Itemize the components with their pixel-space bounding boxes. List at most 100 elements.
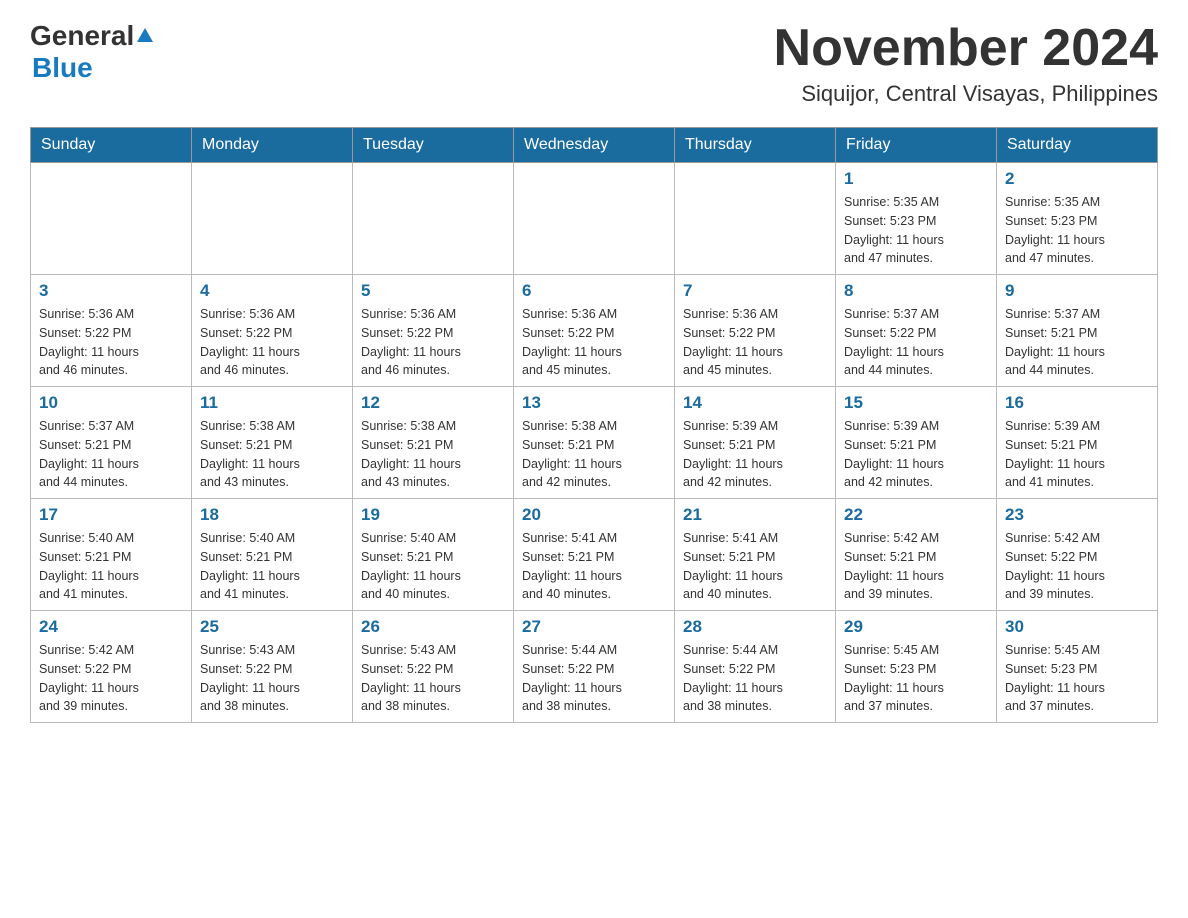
day-number: 9 xyxy=(1005,281,1149,301)
calendar-cell: 20 Sunrise: 5:41 AMSunset: 5:21 PMDayligh… xyxy=(514,499,675,611)
day-number: 2 xyxy=(1005,169,1149,189)
day-number: 11 xyxy=(200,393,344,413)
calendar-cell: 5 Sunrise: 5:36 AMSunset: 5:22 PMDaylight… xyxy=(353,275,514,387)
calendar-cell: 29Sunrise: 5:45 AMSunset: 5:23 PMDayligh… xyxy=(836,611,997,723)
day-number: 18 xyxy=(200,505,344,525)
day-info: Sunrise: 5:39 AMSunset: 5:21 PMDaylight:… xyxy=(1005,417,1149,492)
calendar-cell xyxy=(353,163,514,275)
calendar-cell: 23 Sunrise: 5:42 AMSunset: 5:22 PMDayligh… xyxy=(997,499,1158,611)
day-info: Sunrise: 5:44 AMSunset: 5:22 PMDaylight:… xyxy=(522,641,666,716)
day-info: Sunrise: 5:36 AMSunset: 5:22 PMDaylight:… xyxy=(39,305,183,380)
calendar-cell: 21Sunrise: 5:41 AMSunset: 5:21 PMDayligh… xyxy=(675,499,836,611)
calendar-cell: 11 Sunrise: 5:38 AMSunset: 5:21 PMDayligh… xyxy=(192,387,353,499)
calendar-cell xyxy=(675,163,836,275)
calendar-table: SundayMondayTuesdayWednesdayThursdayFrid… xyxy=(30,127,1158,723)
calendar-cell xyxy=(192,163,353,275)
calendar-cell: 9 Sunrise: 5:37 AMSunset: 5:21 PMDaylight… xyxy=(997,275,1158,387)
calendar-cell xyxy=(514,163,675,275)
calendar-cell: 17 Sunrise: 5:40 AMSunset: 5:21 PMDayligh… xyxy=(31,499,192,611)
day-number: 8 xyxy=(844,281,988,301)
day-info: Sunrise: 5:37 AMSunset: 5:21 PMDaylight:… xyxy=(39,417,183,492)
column-header-monday: Monday xyxy=(192,128,353,163)
day-number: 25 xyxy=(200,617,344,637)
day-number: 19 xyxy=(361,505,505,525)
day-number: 12 xyxy=(361,393,505,413)
calendar-cell: 27 Sunrise: 5:44 AMSunset: 5:22 PMDayligh… xyxy=(514,611,675,723)
day-number: 6 xyxy=(522,281,666,301)
calendar-cell: 8 Sunrise: 5:37 AMSunset: 5:22 PMDaylight… xyxy=(836,275,997,387)
calendar-cell: 1 Sunrise: 5:35 AMSunset: 5:23 PMDaylight… xyxy=(836,163,997,275)
day-info: Sunrise: 5:39 AMSunset: 5:21 PMDaylight:… xyxy=(683,417,827,492)
day-info: Sunrise: 5:42 AMSunset: 5:22 PMDaylight:… xyxy=(1005,529,1149,604)
month-title: November 2024 xyxy=(774,20,1158,77)
week-row-3: 10 Sunrise: 5:37 AMSunset: 5:21 PMDayligh… xyxy=(31,387,1158,499)
day-info: Sunrise: 5:36 AMSunset: 5:22 PMDaylight:… xyxy=(200,305,344,380)
calendar-cell: 22Sunrise: 5:42 AMSunset: 5:21 PMDayligh… xyxy=(836,499,997,611)
logo-general: General xyxy=(30,20,134,52)
day-number: 7 xyxy=(683,281,827,301)
day-number: 13 xyxy=(522,393,666,413)
day-info: Sunrise: 5:43 AMSunset: 5:22 PMDaylight:… xyxy=(361,641,505,716)
logo-triangle-icon xyxy=(137,28,153,42)
day-number: 5 xyxy=(361,281,505,301)
calendar-cell: 2 Sunrise: 5:35 AMSunset: 5:23 PMDaylight… xyxy=(997,163,1158,275)
calendar-cell: 26 Sunrise: 5:43 AMSunset: 5:22 PMDayligh… xyxy=(353,611,514,723)
day-number: 24 xyxy=(39,617,183,637)
day-info: Sunrise: 5:38 AMSunset: 5:21 PMDaylight:… xyxy=(361,417,505,492)
column-header-tuesday: Tuesday xyxy=(353,128,514,163)
calendar-cell: 4 Sunrise: 5:36 AMSunset: 5:22 PMDaylight… xyxy=(192,275,353,387)
day-number: 27 xyxy=(522,617,666,637)
day-number: 20 xyxy=(522,505,666,525)
column-header-friday: Friday xyxy=(836,128,997,163)
day-number: 23 xyxy=(1005,505,1149,525)
calendar-cell: 14 Sunrise: 5:39 AMSunset: 5:21 PMDayligh… xyxy=(675,387,836,499)
day-info: Sunrise: 5:40 AMSunset: 5:21 PMDaylight:… xyxy=(39,529,183,604)
day-info: Sunrise: 5:35 AMSunset: 5:23 PMDaylight:… xyxy=(844,193,988,268)
column-header-saturday: Saturday xyxy=(997,128,1158,163)
day-info: Sunrise: 5:38 AMSunset: 5:21 PMDaylight:… xyxy=(200,417,344,492)
calendar-cell: 3 Sunrise: 5:36 AMSunset: 5:22 PMDaylight… xyxy=(31,275,192,387)
day-number: 22 xyxy=(844,505,988,525)
calendar-cell: 13 Sunrise: 5:38 AMSunset: 5:21 PMDayligh… xyxy=(514,387,675,499)
day-number: 4 xyxy=(200,281,344,301)
calendar-cell: 24 Sunrise: 5:42 AMSunset: 5:22 PMDayligh… xyxy=(31,611,192,723)
day-number: 21 xyxy=(683,505,827,525)
week-row-2: 3 Sunrise: 5:36 AMSunset: 5:22 PMDaylight… xyxy=(31,275,1158,387)
day-info: Sunrise: 5:37 AMSunset: 5:22 PMDaylight:… xyxy=(844,305,988,380)
day-number: 3 xyxy=(39,281,183,301)
location-subtitle: Siquijor, Central Visayas, Philippines xyxy=(774,81,1158,107)
day-info: Sunrise: 5:35 AMSunset: 5:23 PMDaylight:… xyxy=(1005,193,1149,268)
day-info: Sunrise: 5:44 AMSunset: 5:22 PMDaylight:… xyxy=(683,641,827,716)
day-number: 1 xyxy=(844,169,988,189)
calendar-cell: 30Sunrise: 5:45 AMSunset: 5:23 PMDayligh… xyxy=(997,611,1158,723)
calendar-cell: 28 Sunrise: 5:44 AMSunset: 5:22 PMDayligh… xyxy=(675,611,836,723)
calendar-cell xyxy=(31,163,192,275)
day-info: Sunrise: 5:42 AMSunset: 5:22 PMDaylight:… xyxy=(39,641,183,716)
day-info: Sunrise: 5:37 AMSunset: 5:21 PMDaylight:… xyxy=(1005,305,1149,380)
calendar-cell: 7 Sunrise: 5:36 AMSunset: 5:22 PMDaylight… xyxy=(675,275,836,387)
day-info: Sunrise: 5:40 AMSunset: 5:21 PMDaylight:… xyxy=(361,529,505,604)
calendar-cell: 25 Sunrise: 5:43 AMSunset: 5:22 PMDayligh… xyxy=(192,611,353,723)
day-number: 17 xyxy=(39,505,183,525)
calendar-cell: 19 Sunrise: 5:40 AMSunset: 5:21 PMDayligh… xyxy=(353,499,514,611)
day-info: Sunrise: 5:36 AMSunset: 5:22 PMDaylight:… xyxy=(683,305,827,380)
day-info: Sunrise: 5:36 AMSunset: 5:22 PMDaylight:… xyxy=(522,305,666,380)
day-number: 28 xyxy=(683,617,827,637)
day-number: 14 xyxy=(683,393,827,413)
column-header-sunday: Sunday xyxy=(31,128,192,163)
calendar-cell: 6 Sunrise: 5:36 AMSunset: 5:22 PMDaylight… xyxy=(514,275,675,387)
day-number: 26 xyxy=(361,617,505,637)
day-info: Sunrise: 5:41 AMSunset: 5:21 PMDaylight:… xyxy=(522,529,666,604)
day-number: 16 xyxy=(1005,393,1149,413)
day-number: 15 xyxy=(844,393,988,413)
day-info: Sunrise: 5:38 AMSunset: 5:21 PMDaylight:… xyxy=(522,417,666,492)
day-number: 10 xyxy=(39,393,183,413)
day-info: Sunrise: 5:36 AMSunset: 5:22 PMDaylight:… xyxy=(361,305,505,380)
logo: General Blue xyxy=(30,20,153,84)
day-info: Sunrise: 5:45 AMSunset: 5:23 PMDaylight:… xyxy=(1005,641,1149,716)
day-info: Sunrise: 5:40 AMSunset: 5:21 PMDaylight:… xyxy=(200,529,344,604)
day-info: Sunrise: 5:43 AMSunset: 5:22 PMDaylight:… xyxy=(200,641,344,716)
column-header-thursday: Thursday xyxy=(675,128,836,163)
week-row-4: 17 Sunrise: 5:40 AMSunset: 5:21 PMDayligh… xyxy=(31,499,1158,611)
day-number: 29 xyxy=(844,617,988,637)
